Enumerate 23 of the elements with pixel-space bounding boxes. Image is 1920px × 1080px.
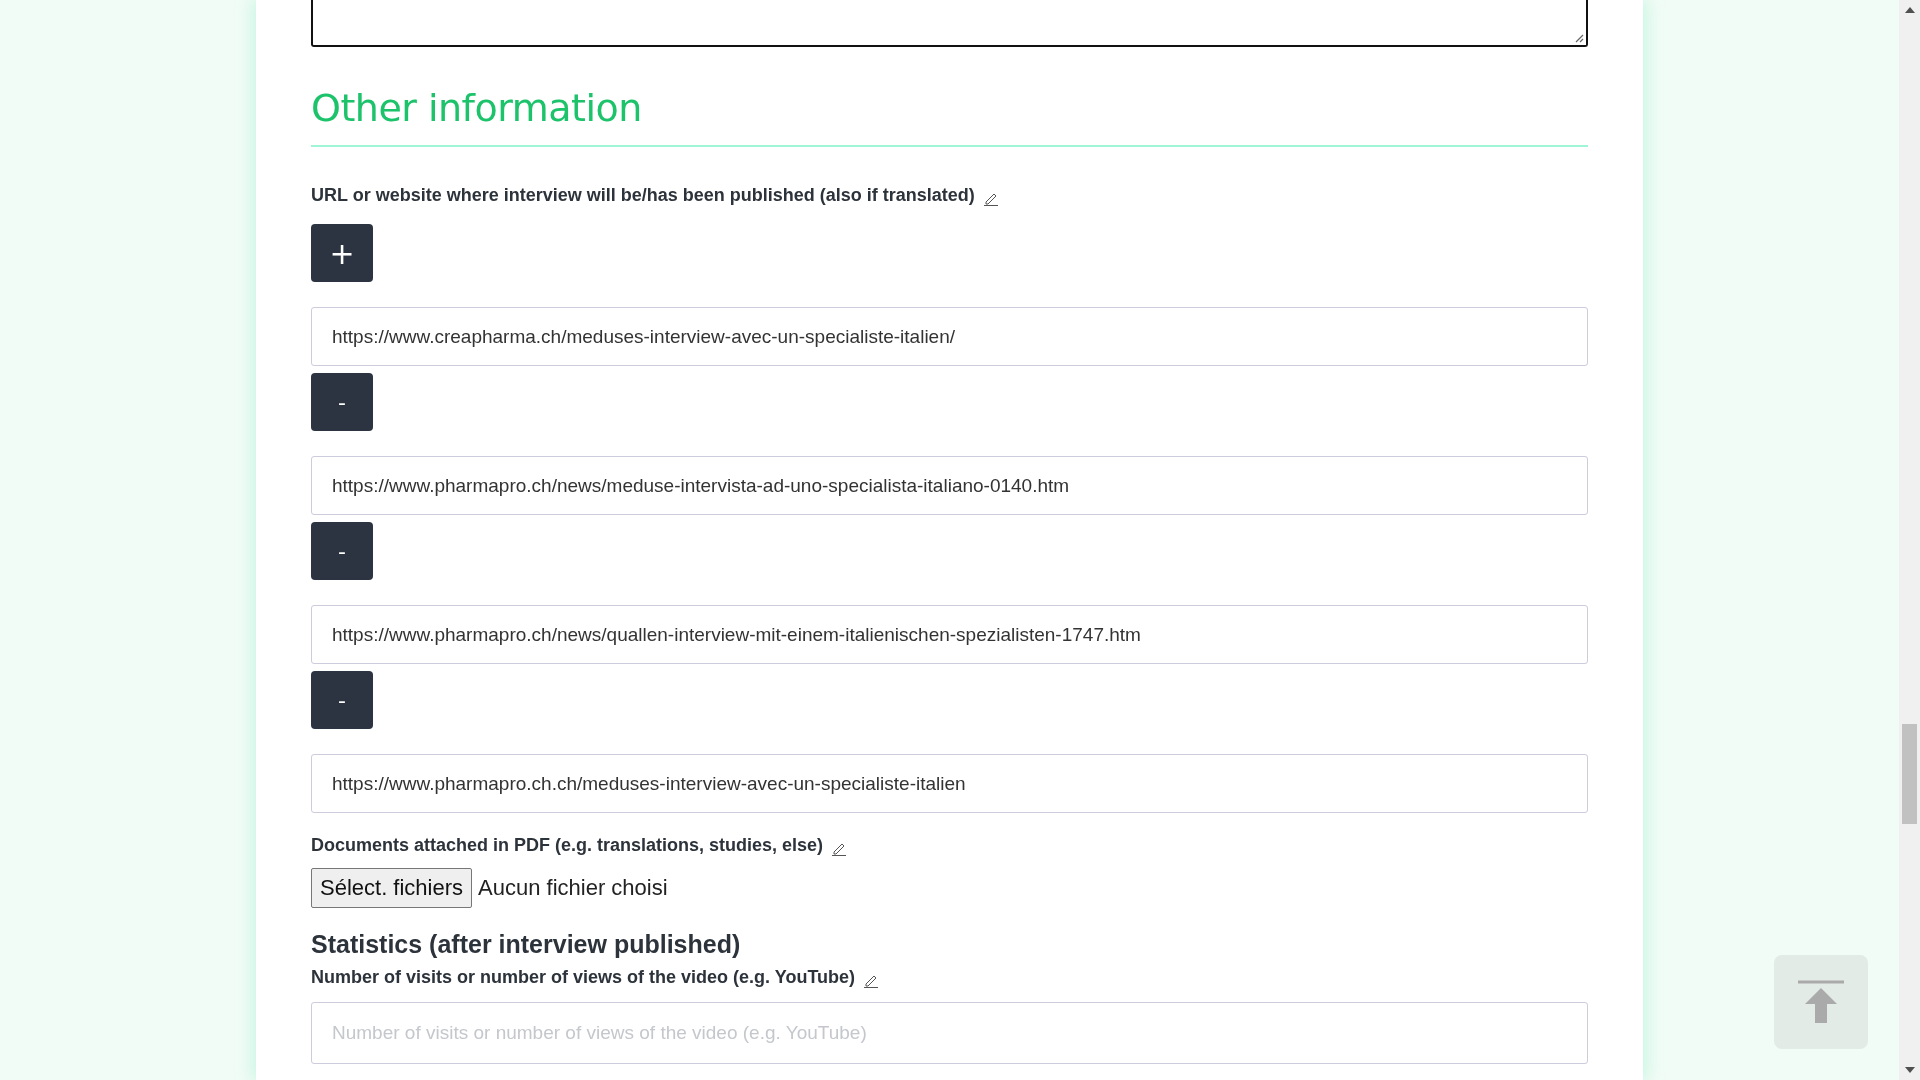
field-label: URL or website where interview will be/has been published (also if translated) [311, 185, 975, 206]
url-input-field[interactable]: https://www.creapharma.ch/meduses-interview-avec-un-specialiste-italien/ [311, 307, 1588, 366]
remove-button[interactable]: - [311, 522, 373, 580]
url-input-field[interactable]: https://www.pharmapro.ch/news/meduse-intervista-ad-uno-specialista-italiano-0140.htm [311, 456, 1588, 515]
subsection-heading: Statistics (after interview published) [311, 930, 742, 959]
visits-input-field[interactable]: Number of visits or number of views of the video (e.g. YouTube) [311, 1002, 1588, 1064]
arrow-to-top-icon [1796, 979, 1846, 1025]
field-label: Number of visits or number of views of the video (e.g. YouTube) [311, 967, 856, 988]
scroll-up-arrow-icon[interactable] [1904, 7, 1915, 13]
add-button[interactable]: + [311, 224, 373, 282]
field-label: Documents attached in PDF (e.g. translations, studies, else) [311, 835, 824, 856]
url-input-field[interactable]: https://www.pharmapro.ch.ch/meduses-interview-avec-un-specialiste-italien [311, 754, 1588, 813]
section-heading: Other information [311, 85, 643, 131]
remove-button[interactable]: - [311, 671, 373, 729]
choose-files-button[interactable]: Sélect. fichiers [311, 868, 473, 908]
scrollbar[interactable] [1899, 0, 1920, 1080]
scroll-down-arrow-icon[interactable] [1904, 1067, 1915, 1073]
scrollbar-thumb[interactable] [1902, 724, 1917, 824]
resize-grip-icon[interactable] [1574, 33, 1584, 43]
file-status-text: Aucun fichier choisi [478, 875, 668, 901]
textarea-field[interactable] [311, 0, 1588, 47]
url-input-field[interactable]: https://www.pharmapro.ch/news/quallen-interview-mit-einem-italienischen-spezialisten-1747.htm [311, 605, 1588, 664]
remove-button[interactable]: - [311, 373, 373, 431]
